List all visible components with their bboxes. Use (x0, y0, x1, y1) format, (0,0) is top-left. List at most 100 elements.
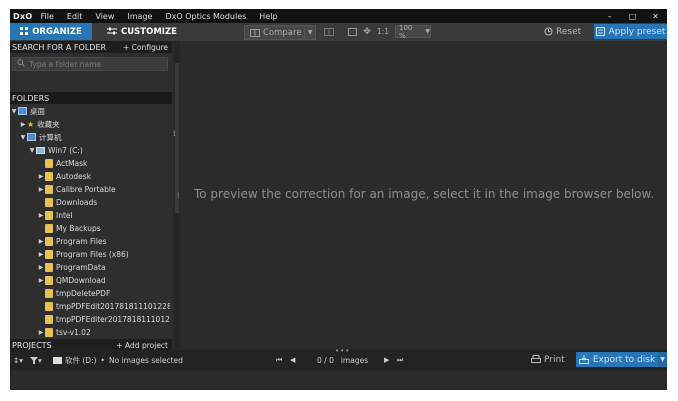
tree-node-folder[interactable]: Downloads (37, 196, 97, 208)
tree-node-folder[interactable]: tmpPDFEdit2017818111012285 (37, 300, 170, 312)
split-view-icon[interactable] (323, 25, 335, 38)
filter-icon[interactable]: ▾ (30, 350, 42, 370)
tree-label: My Backups (56, 223, 101, 233)
tree-node-folder[interactable]: ▶ Autodesk (37, 170, 91, 182)
maximize-button[interactable]: □ (621, 9, 644, 23)
drive-icon (36, 146, 45, 154)
favorites-star-icon: ★ (27, 119, 35, 129)
tree-node-folder[interactable]: ActMask (37, 157, 87, 169)
reset-label: Reset (556, 26, 582, 37)
tree-node-folder[interactable]: tmpPDFEditer2017818111012285 (37, 313, 170, 325)
collapse-arrow-icon[interactable]: ▶ (37, 173, 45, 180)
previous-image-button[interactable]: ◀ (290, 350, 295, 370)
apply-preset-button[interactable]: Apply preset (594, 24, 667, 39)
close-button[interactable]: ✕ (644, 9, 667, 23)
tree-label: 桌面 (30, 106, 45, 116)
tree-label: tsv-v1.02 (56, 327, 91, 337)
compare-icon (250, 28, 260, 37)
move-icon[interactable]: ✥ (362, 25, 372, 38)
collapse-arrow-icon[interactable]: ▶ (37, 264, 45, 271)
tree-node-computer[interactable]: ▼ 计算机 (19, 131, 62, 143)
sort-icon[interactable]: ↕▾ (13, 350, 23, 370)
add-project-button[interactable]: + Add project (116, 341, 168, 350)
apply-preset-label: Apply preset (608, 26, 666, 37)
print-button[interactable]: Print (531, 352, 565, 367)
menu-file[interactable]: File (41, 12, 54, 21)
image-preview-area: To preview the correction for an image, … (181, 41, 667, 350)
left-panel: SEARCH FOR A FOLDER + Configure Type a f… (10, 41, 172, 351)
next-image-button[interactable]: ▶ (384, 350, 389, 370)
tree-label: Win7 (C:) (48, 145, 83, 155)
export-to-disk-button[interactable]: Export to disk (576, 352, 658, 367)
tree-node-folder[interactable]: ▶ tsv-v1.02 (37, 326, 91, 337)
tree-node-folder[interactable]: ▶ Program Files (x86) (37, 248, 129, 260)
collapse-arrow-icon[interactable]: ▶ (37, 277, 45, 284)
minimize-button[interactable]: – (598, 9, 621, 23)
tree-label: Program Files (x86) (56, 249, 129, 259)
tab-organize[interactable]: ORGANIZE (10, 23, 92, 40)
collapse-arrow-icon[interactable]: ▶ (19, 121, 27, 128)
tab-customize[interactable]: CUSTOMIZE (92, 23, 192, 40)
tree-label: ProgramData (56, 262, 106, 272)
menu-optics-modules[interactable]: DxO Optics Modules (165, 12, 246, 21)
crop-icon[interactable] (346, 25, 358, 38)
tree-node-desktop[interactable]: ▼ 桌面 (10, 105, 45, 117)
reset-button[interactable]: Reset (544, 24, 588, 39)
search-folder-header: SEARCH FOR A FOLDER + Configure (10, 41, 172, 53)
toolbar: ORGANIZE CUSTOMIZE Compare ▼ ✥ 1:1 100 %… (10, 23, 667, 41)
folders-header: FOLDERS (10, 92, 172, 104)
zoom-select[interactable]: 100 % ▼ (395, 24, 431, 40)
expand-arrow-icon[interactable]: ▼ (28, 147, 36, 154)
collapse-arrow-icon[interactable]: ▶ (37, 238, 45, 245)
tree-label: tmpDeletePDF (56, 288, 111, 298)
search-icon (17, 59, 25, 69)
export-label: Export to disk (592, 354, 656, 365)
separator-bullet: • (100, 355, 105, 365)
tree-label: Downloads (56, 197, 98, 207)
sliders-icon (107, 27, 118, 37)
expand-arrow-icon[interactable]: ▼ (10, 108, 18, 115)
chevron-down-icon[interactable]: ▼ (304, 26, 315, 39)
menu-help[interactable]: Help (259, 12, 277, 21)
tree-label: tmpPDFEdit2017818111012285 (56, 301, 170, 311)
tree-node-folder[interactable]: ▶ QMDownload (37, 274, 106, 286)
tree-node-folder[interactable]: tmpDeletePDF (37, 287, 110, 299)
compare-button[interactable]: Compare ▼ (244, 25, 316, 40)
preview-placeholder-text: To preview the correction for an image, … (193, 187, 655, 201)
tree-node-folder[interactable]: ▶ Calibre Portable (37, 183, 116, 195)
menu-edit[interactable]: Edit (67, 12, 83, 21)
menu-bar: DxO File Edit View Image DxO Optics Modu… (10, 9, 667, 23)
tree-node-folder[interactable]: ▶ Intel (37, 209, 73, 221)
zoom-1to1-button[interactable]: 1:1 (377, 25, 389, 38)
tree-node-folder[interactable]: ▶ ProgramData (37, 261, 106, 273)
folder-search-input[interactable]: Type a folder name (12, 57, 168, 71)
collapse-arrow-icon[interactable]: ▶ (37, 212, 45, 219)
collapse-arrow-icon[interactable]: ▶ (37, 329, 45, 336)
tree-node-folder[interactable]: ▶ Program Files (37, 235, 107, 247)
collapse-arrow-icon[interactable]: ▶ (37, 186, 45, 193)
last-image-button[interactable]: ⏭ (397, 350, 403, 370)
panel-splitter-grip-icon[interactable]: ⁞ (173, 129, 176, 138)
menu-image[interactable]: Image (127, 12, 152, 21)
folder-icon (45, 327, 53, 337)
counter-value: 0 / 0 (317, 355, 334, 365)
folder-icon (45, 171, 53, 181)
reset-icon (544, 27, 553, 36)
print-label: Print (544, 354, 565, 365)
menu-view[interactable]: View (95, 12, 114, 21)
tree-node-favorites[interactable]: ▶ ★ 收藏夹 (19, 118, 60, 130)
preview-splitter-grip-icon[interactable]: ⁞ (177, 191, 180, 200)
tree-node-folder[interactable]: My Backups (37, 222, 101, 234)
first-image-button[interactable]: ⏮ (276, 350, 282, 370)
selection-status: No images selected (108, 355, 183, 365)
collapse-arrow-icon[interactable]: ▶ (37, 251, 45, 258)
filmstrip-resize-grip-icon[interactable]: ••• (335, 347, 350, 355)
expand-arrow-icon[interactable]: ▼ (19, 134, 27, 141)
app-logo: DxO (13, 11, 33, 21)
tree-node-drive-c[interactable]: ▼ Win7 (C:) (28, 144, 83, 156)
configure-button[interactable]: + Configure (123, 43, 168, 52)
printer-icon (531, 355, 541, 364)
search-placeholder: Type a folder name (29, 59, 102, 69)
tab-organize-label: ORGANIZE (32, 26, 82, 37)
chevron-down-icon[interactable]: ▼ (658, 352, 667, 367)
